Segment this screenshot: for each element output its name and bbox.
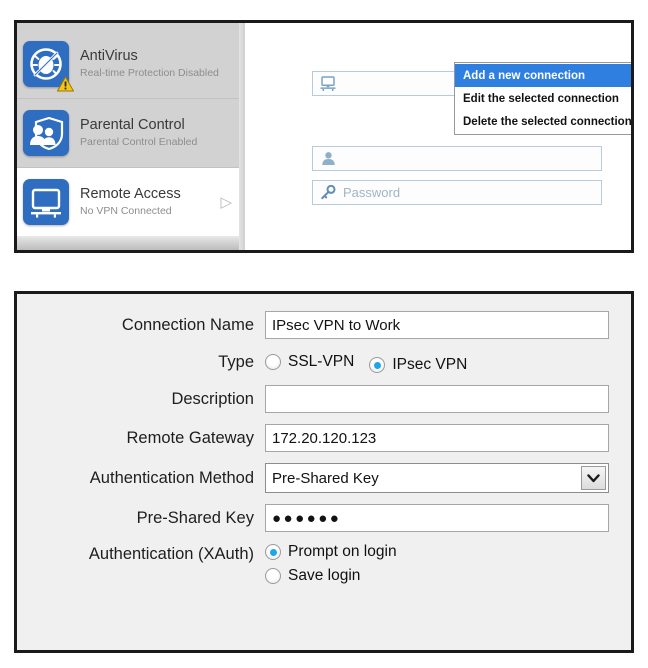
top-panel-content: AntiVirus Real-time Protection Disabled <box>17 23 631 250</box>
network-computer-icon <box>320 75 336 91</box>
sidebar-partial-row[interactable] <box>17 236 245 250</box>
field-row-xauth: Authentication (XAuth) Prompt on login S… <box>17 543 617 585</box>
type-control: SSL-VPN IPsec VPN <box>265 350 617 374</box>
password-placeholder: Password <box>343 185 401 200</box>
sidebar-item-antivirus-text: AntiVirus Real-time Protection Disabled <box>80 48 245 80</box>
vpn-connection-settings-window: Connection Name IPsec VPN to Work Type S… <box>14 291 634 653</box>
auth-method-dropdown-button[interactable] <box>581 466 606 490</box>
radio-save-login-indicator[interactable] <box>265 568 281 584</box>
sidebar-item-antivirus-title: AntiVirus <box>80 48 138 65</box>
xauth-label: Authentication (XAuth) <box>88 545 254 563</box>
connection-name-control: IPsec VPN to Work <box>265 311 617 339</box>
pre-shared-key-control: ●●●●●● <box>265 504 617 532</box>
radio-ipsec-vpn-label: IPsec VPN <box>392 356 468 373</box>
username-field[interactable] <box>312 146 602 171</box>
radio-ssl-vpn-indicator[interactable] <box>265 354 281 370</box>
password-field[interactable]: Password <box>312 180 602 205</box>
remote-gateway-label: Remote Gateway <box>126 428 254 447</box>
sidebar-item-parental-control[interactable]: Parental Control Parental Control Enable… <box>17 99 245 167</box>
sidebar-item-remote-access-text: Remote Access No VPN Connected <box>80 186 220 218</box>
auth-method-value: Pre-Shared Key <box>272 469 379 487</box>
radio-prompt-on-login[interactable]: Prompt on login <box>265 543 617 561</box>
remote-gateway-control: 172.20.120.123 <box>265 424 617 452</box>
radio-ipsec-vpn[interactable]: IPsec VPN <box>369 356 467 374</box>
field-row-remote-gateway: Remote Gateway 172.20.120.123 <box>17 424 617 452</box>
menu-item-edit-connection[interactable]: Edit the selected connection <box>455 87 631 110</box>
radio-prompt-on-login-indicator[interactable] <box>265 544 281 560</box>
field-row-pre-shared-key: Pre-Shared Key ●●●●●● <box>17 504 617 532</box>
key-icon <box>321 185 336 200</box>
antivirus-shield-bug-icon <box>23 41 74 92</box>
remote-gateway-input[interactable]: 172.20.120.123 <box>265 424 609 452</box>
pre-shared-key-value: ●●●●●● <box>272 509 342 527</box>
connection-context-menu[interactable]: Add a new connection Edit the selected c… <box>454 62 631 135</box>
remote-access-monitor-icon <box>23 179 69 225</box>
radio-save-login[interactable]: Save login <box>265 567 617 585</box>
radio-ssl-vpn[interactable]: SSL-VPN <box>265 353 354 371</box>
remote-access-window: AntiVirus Real-time Protection Disabled <box>14 20 634 253</box>
field-row-description: Description <box>17 385 617 413</box>
field-row-type: Type SSL-VPN IPsec VPN <box>17 350 617 374</box>
sidebar-item-antivirus[interactable]: AntiVirus Real-time Protection Disabled <box>17 30 245 98</box>
chevron-right-icon: ▷ <box>220 193 232 211</box>
type-radio-group: SSL-VPN IPsec VPN <box>265 350 617 374</box>
radio-ssl-vpn-label: SSL-VPN <box>288 353 355 370</box>
type-label: Type <box>218 352 254 371</box>
sidebar-item-parental-control-title: Parental Control <box>80 117 185 134</box>
pre-shared-key-label: Pre-Shared Key <box>136 508 254 527</box>
sidebar-item-remote-access-title: Remote Access <box>80 186 181 203</box>
auth-method-label: Authentication Method <box>89 468 254 487</box>
description-label: Description <box>171 389 254 408</box>
field-row-auth-method: Authentication Method Pre-Shared Key <box>17 463 617 493</box>
radio-ipsec-vpn-indicator[interactable] <box>369 357 386 373</box>
sidebar-item-remote-access-status: No VPN Connected <box>80 204 172 217</box>
description-input[interactable] <box>265 385 609 413</box>
parental-control-family-shield-icon <box>23 110 69 156</box>
warning-triangle-icon <box>57 76 74 92</box>
xauth-control: Prompt on login Save login <box>265 543 617 585</box>
sidebar-item-antivirus-status: Real-time Protection Disabled <box>80 66 219 79</box>
radio-prompt-on-login-label: Prompt on login <box>288 543 397 560</box>
connection-name-input[interactable]: IPsec VPN to Work <box>265 311 609 339</box>
menu-item-add-connection[interactable]: Add a new connection <box>455 64 631 87</box>
auth-method-control: Pre-Shared Key <box>265 463 617 493</box>
connection-form-area: Password Add a new connection Edit the s… <box>245 23 631 250</box>
vpn-settings-form: Connection Name IPsec VPN to Work Type S… <box>17 294 631 650</box>
user-icon <box>322 152 335 165</box>
sidebar-item-remote-access[interactable]: Remote Access No VPN Connected ▷ <box>17 168 245 236</box>
sidebar-item-parental-control-status: Parental Control Enabled <box>80 135 198 148</box>
feature-sidebar[interactable]: AntiVirus Real-time Protection Disabled <box>17 23 245 250</box>
sidebar-item-parental-control-text: Parental Control Parental Control Enable… <box>80 117 245 149</box>
connection-name-label: Connection Name <box>121 315 254 334</box>
chevron-down-icon <box>587 473 600 482</box>
radio-save-login-label: Save login <box>288 567 361 584</box>
menu-item-delete-connection[interactable]: Delete the selected connection <box>455 110 631 133</box>
auth-method-select[interactable]: Pre-Shared Key <box>265 463 609 493</box>
sidebar-top-strip <box>17 23 245 30</box>
pre-shared-key-input[interactable]: ●●●●●● <box>265 504 609 532</box>
description-control <box>265 385 617 413</box>
field-row-connection-name: Connection Name IPsec VPN to Work <box>17 311 617 339</box>
